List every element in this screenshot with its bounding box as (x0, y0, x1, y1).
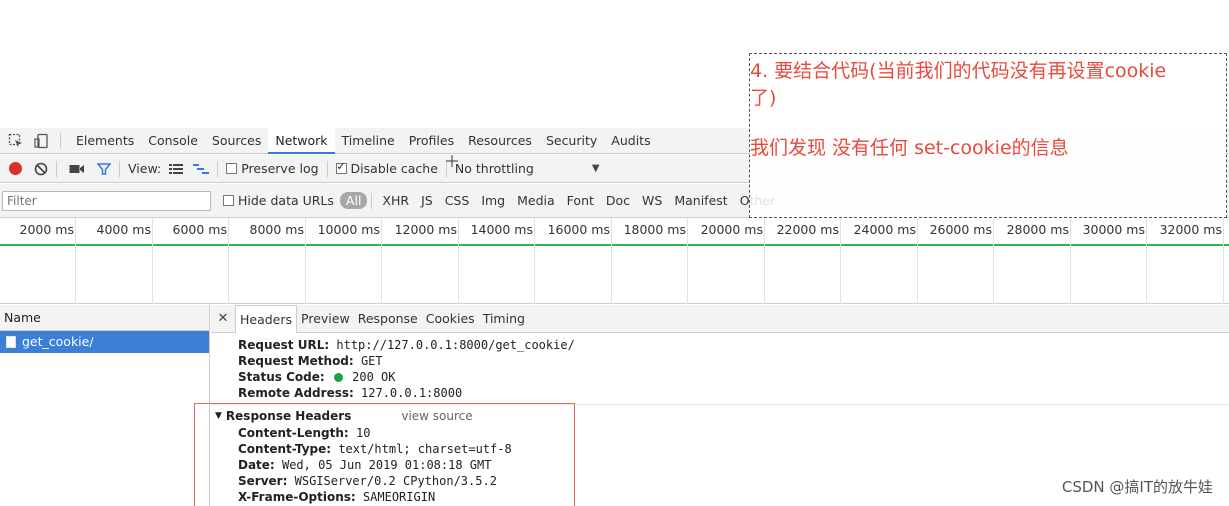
header-row: Request Method: GET (238, 353, 1229, 369)
dropdown-arrow-icon: ▼ (591, 163, 600, 174)
tab-security[interactable]: Security (539, 128, 604, 154)
filter-type-ws[interactable]: WS (636, 193, 668, 208)
header-row: Request URL: http://127.0.0.1:8000/get_c… (238, 337, 1229, 353)
tab-network[interactable]: Network (268, 127, 335, 154)
header-key: Remote Address: (238, 386, 354, 400)
throttling-value: No throttling (454, 161, 534, 176)
header-value: 127.0.0.1:8000 (361, 386, 463, 400)
checkbox-unchecked[interactable] (226, 163, 238, 174)
tab-cookies[interactable]: Cookies (422, 305, 479, 333)
view-label: View: (128, 161, 162, 176)
filter-type-manifest[interactable]: Manifest (668, 193, 733, 208)
annotation-box: 4. 要结合代码(当前我们的代码没有再设置cookie 了) 我们发现 没有任何… (749, 53, 1227, 218)
hide-data-urls-label: Hide data URLs (238, 193, 334, 208)
requests-list: Name get_cookie/ (0, 305, 210, 506)
crosshair-cursor-icon (446, 155, 458, 167)
disable-cache-checkbox[interactable]: Disable cache (335, 160, 438, 176)
tab-headers[interactable]: Headers (235, 304, 298, 333)
tab-response[interactable]: Response (354, 305, 422, 333)
header-row: Status Code: 200 OK (238, 369, 1229, 385)
tab-timing[interactable]: Timing (479, 305, 529, 333)
header-value: GET (360, 354, 383, 368)
waterfall-overview-icon[interactable] (193, 163, 210, 175)
disable-cache-label: Disable cache (350, 161, 438, 176)
timeline-tick-label: 32000 ms (1159, 222, 1222, 237)
header-row: Remote Address: 127.0.0.1:8000 (238, 385, 1229, 401)
toolbar-divider (371, 192, 373, 209)
name-column-header[interactable]: Name (0, 305, 209, 331)
tab-preview[interactable]: Preview (297, 305, 354, 333)
filter-type-media[interactable]: Media (511, 193, 561, 208)
tab-elements[interactable]: Elements (69, 128, 141, 154)
filter-type-js[interactable]: JS (415, 193, 439, 208)
checkbox-unchecked[interactable] (223, 195, 234, 206)
tab-timeline[interactable]: Timeline (335, 128, 402, 154)
filter-type-font[interactable]: Font (561, 193, 600, 208)
annotation-line: 4. 要结合代码(当前我们的代码没有再设置cookie (750, 60, 1167, 82)
tab-sources[interactable]: Sources (205, 128, 268, 154)
toolbar-divider (326, 160, 328, 177)
header-value: 200 OK (352, 370, 396, 384)
annotation-line: 了) (750, 87, 777, 109)
general-headers: Request URL: http://127.0.0.1:8000/get_c… (211, 333, 1229, 401)
highlight-box (194, 403, 575, 506)
request-name: get_cookie/ (22, 334, 94, 349)
header-key: Status Code: (238, 370, 325, 384)
toolbar-divider (119, 160, 120, 177)
hide-data-urls-checkbox[interactable]: Hide data URLs (223, 193, 334, 208)
video-camera-icon[interactable] (69, 163, 85, 175)
clear-icon[interactable] (34, 162, 48, 176)
header-value: http://127.0.0.1:8000/get_cookie/ (336, 338, 575, 352)
toolbar-divider (56, 160, 57, 177)
filter-type-doc[interactable]: Doc (600, 193, 636, 208)
filter-funnel-icon[interactable] (97, 162, 111, 176)
preserve-log-checkbox[interactable]: Preserve log (226, 161, 319, 176)
document-icon (6, 336, 16, 348)
tab-profiles[interactable]: Profiles (402, 128, 461, 154)
filter-type-all[interactable]: All (339, 192, 368, 209)
toolbar-divider (217, 160, 219, 177)
request-row[interactable]: get_cookie/ (0, 331, 209, 353)
throttling-select[interactable]: No throttling ▼ (455, 161, 600, 176)
tab-resources[interactable]: Resources (461, 128, 539, 154)
header-key: Request URL: (238, 338, 330, 352)
toolbar-divider (60, 132, 61, 149)
tab-console[interactable]: Console (141, 128, 205, 154)
tab-audits[interactable]: Audits (604, 128, 657, 154)
filter-type-xhr[interactable]: XHR (376, 193, 415, 208)
filter-type-img[interactable]: Img (475, 193, 511, 208)
record-button[interactable] (9, 162, 22, 175)
annotation-text: 4. 要结合代码(当前我们的代码没有再设置cookie 了) (750, 58, 1228, 112)
device-mode-icon[interactable] (32, 131, 52, 151)
filter-type-css[interactable]: CSS (439, 193, 476, 208)
large-rows-icon[interactable] (169, 163, 184, 175)
details-tabs: ✕ Headers Preview Response Cookies Timin… (211, 304, 1229, 333)
timeline-overview[interactable]: 2000 ms 4000 ms 6000 ms 8000 ms 10000 ms 1200… (0, 218, 1229, 304)
status-ok-icon (333, 373, 343, 382)
close-icon[interactable]: ✕ (211, 311, 235, 326)
filter-input[interactable] (2, 190, 211, 211)
header-key: Request Method: (238, 354, 354, 368)
timeline-gridline (0, 218, 1224, 304)
watermark: CSDN @搞IT的放牛娃 (1061, 478, 1213, 496)
checkbox-checked[interactable] (335, 160, 347, 174)
annotation-note: 我们发现 没有任何 set-cookie的信息 (750, 137, 1069, 159)
inspect-element-icon[interactable] (6, 131, 26, 151)
preserve-log-label: Preserve log (241, 161, 319, 176)
